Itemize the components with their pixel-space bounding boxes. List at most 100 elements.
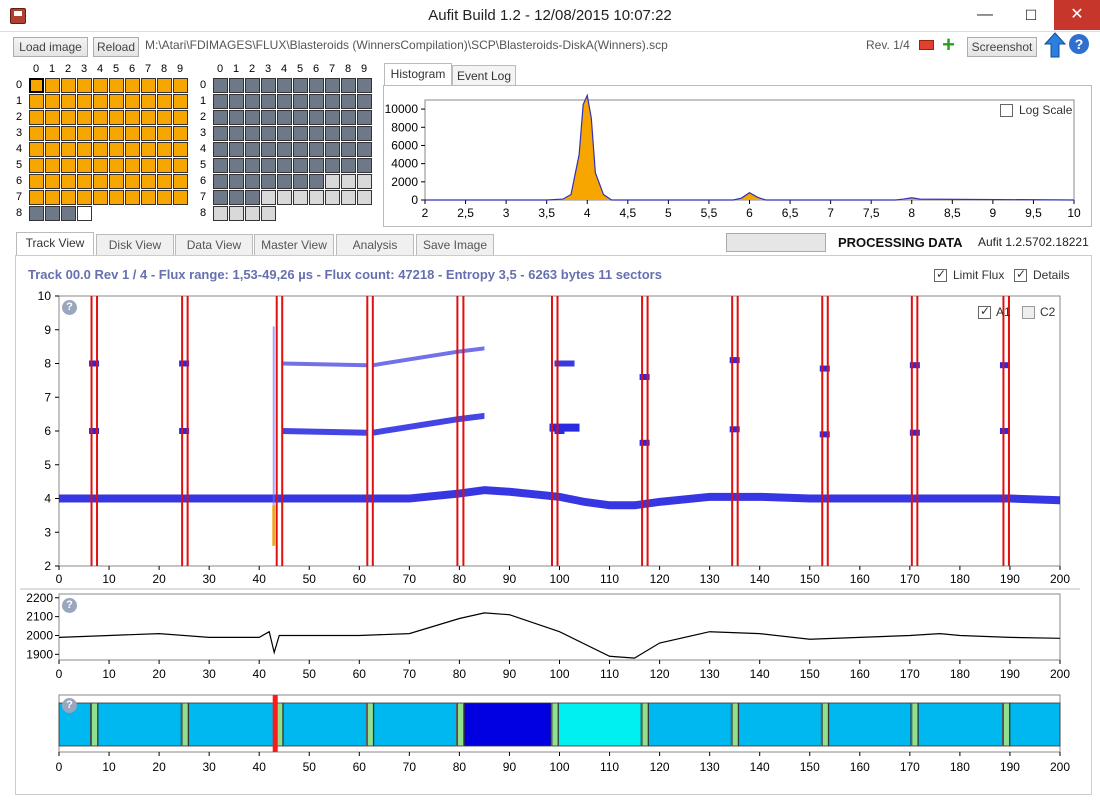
track-cell[interactable] — [77, 94, 92, 109]
track-cell[interactable] — [29, 142, 44, 157]
track-cell[interactable] — [29, 126, 44, 141]
track-cell[interactable] — [45, 126, 60, 141]
track-cell[interactable] — [245, 142, 260, 157]
track-cell[interactable] — [213, 94, 228, 109]
track-cell[interactable] — [309, 94, 324, 109]
track-cell[interactable] — [173, 158, 188, 173]
track-cell[interactable] — [341, 110, 356, 125]
tab-master-view[interactable]: Master View — [254, 234, 334, 256]
track-cell[interactable] — [213, 78, 228, 93]
track-cell[interactable] — [45, 110, 60, 125]
track-cell[interactable] — [157, 142, 172, 157]
track-cell[interactable] — [45, 78, 60, 93]
track-cell[interactable] — [29, 158, 44, 173]
track-cell[interactable] — [125, 110, 140, 125]
track-cell[interactable] — [245, 206, 260, 221]
track-cell[interactable] — [229, 94, 244, 109]
track-cell[interactable] — [157, 110, 172, 125]
track-cell[interactable] — [29, 190, 44, 205]
track-cell[interactable] — [109, 78, 124, 93]
track-cell[interactable] — [325, 126, 340, 141]
track-cell[interactable] — [109, 190, 124, 205]
track-cell[interactable] — [61, 78, 76, 93]
track-cell[interactable] — [61, 142, 76, 157]
track-cell[interactable] — [77, 190, 92, 205]
a1-checkbox[interactable] — [978, 304, 991, 319]
track-cell[interactable] — [261, 206, 276, 221]
track-cell[interactable] — [141, 190, 156, 205]
track-cell[interactable] — [325, 94, 340, 109]
track-cell[interactable] — [141, 126, 156, 141]
track-cell[interactable] — [357, 174, 372, 189]
track-cell[interactable] — [245, 110, 260, 125]
track-cell[interactable] — [173, 190, 188, 205]
track-cell[interactable] — [261, 110, 276, 125]
track-cell[interactable] — [245, 94, 260, 109]
track-cell[interactable] — [93, 126, 108, 141]
track-cell[interactable] — [277, 174, 292, 189]
screenshot-button[interactable]: Screenshot — [967, 37, 1037, 57]
track-cell[interactable] — [93, 174, 108, 189]
track-cell[interactable] — [245, 190, 260, 205]
track-cell[interactable] — [213, 158, 228, 173]
tab-event-log[interactable]: Event Log — [452, 65, 516, 86]
track-cell[interactable] — [261, 190, 276, 205]
load-image-button[interactable]: Load image — [13, 37, 88, 57]
track-cell[interactable] — [341, 94, 356, 109]
tab-histogram[interactable]: Histogram — [384, 63, 452, 87]
track-cell[interactable] — [141, 142, 156, 157]
track-cell[interactable] — [245, 174, 260, 189]
track-cell[interactable] — [213, 174, 228, 189]
track-cell[interactable] — [77, 206, 92, 221]
track-cell[interactable] — [357, 126, 372, 141]
track-cell[interactable] — [293, 142, 308, 157]
track-cell[interactable] — [213, 190, 228, 205]
minimize-button[interactable]: — — [962, 0, 1008, 30]
track-cell[interactable] — [141, 110, 156, 125]
close-button[interactable]: ✕ — [1054, 0, 1100, 30]
track-cell[interactable] — [125, 142, 140, 157]
help-icon[interactable]: ? — [1069, 34, 1089, 54]
track-cell[interactable] — [341, 126, 356, 141]
track-cell[interactable] — [213, 110, 228, 125]
track-cell[interactable] — [245, 126, 260, 141]
track-cell[interactable] — [213, 126, 228, 141]
track-cell[interactable] — [157, 78, 172, 93]
maximize-button[interactable]: ☐ — [1008, 0, 1054, 30]
track-cell[interactable] — [157, 158, 172, 173]
track-cell[interactable] — [261, 94, 276, 109]
track-cell[interactable] — [229, 190, 244, 205]
track-cell[interactable] — [309, 174, 324, 189]
track-cell[interactable] — [293, 94, 308, 109]
tab-analysis[interactable]: Analysis — [336, 234, 414, 256]
track-cell[interactable] — [325, 78, 340, 93]
track-cell[interactable] — [357, 190, 372, 205]
track-cell[interactable] — [77, 110, 92, 125]
track-cell[interactable] — [325, 110, 340, 125]
track-cell[interactable] — [325, 142, 340, 157]
track-cell[interactable] — [293, 190, 308, 205]
track-cell[interactable] — [109, 174, 124, 189]
track-cell[interactable] — [293, 110, 308, 125]
upload-arrow-icon[interactable] — [1044, 32, 1066, 58]
track-cell[interactable] — [61, 94, 76, 109]
track-cell[interactable] — [229, 142, 244, 157]
track-cell[interactable] — [293, 78, 308, 93]
track-cell[interactable] — [341, 174, 356, 189]
track-cell[interactable] — [261, 142, 276, 157]
track-cell[interactable] — [157, 94, 172, 109]
track-cell[interactable] — [341, 190, 356, 205]
track-cell[interactable] — [125, 174, 140, 189]
track-cell[interactable] — [309, 110, 324, 125]
track-cell[interactable] — [141, 94, 156, 109]
track-cell[interactable] — [213, 206, 228, 221]
track-cell[interactable] — [213, 142, 228, 157]
track-cell[interactable] — [125, 190, 140, 205]
track-cell[interactable] — [61, 126, 76, 141]
track-cell[interactable] — [61, 190, 76, 205]
details-checkbox[interactable] — [1014, 267, 1027, 282]
track-cell[interactable] — [229, 78, 244, 93]
track-cell[interactable] — [29, 78, 44, 93]
track-cell[interactable] — [325, 190, 340, 205]
track-cell[interactable] — [125, 94, 140, 109]
